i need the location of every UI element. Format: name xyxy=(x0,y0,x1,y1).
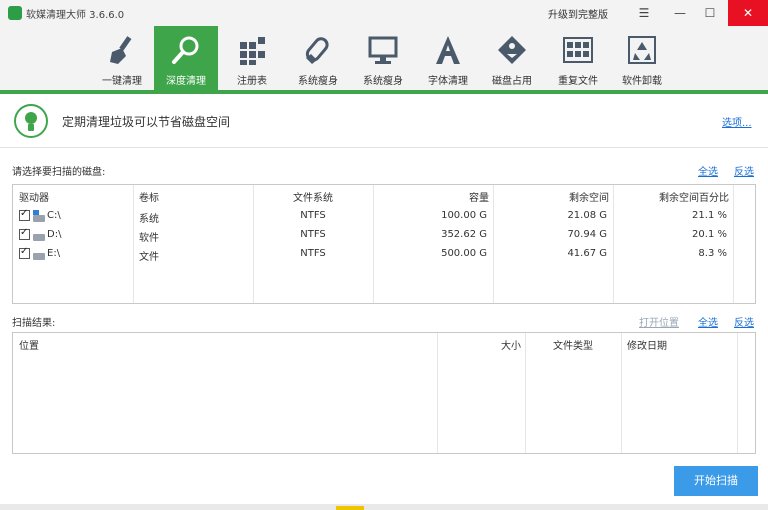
column-header-filesystem[interactable]: 文件系统 xyxy=(253,189,373,204)
start-scan-button[interactable]: 开始扫描 xyxy=(674,466,758,496)
column-header-free[interactable]: 剩余空间 xyxy=(493,189,609,204)
app-title: 软媒清理大师 3.6.6.0 xyxy=(26,10,125,21)
tool-font-clean[interactable]: 字体清理 xyxy=(416,26,480,90)
drive-icon xyxy=(33,253,45,260)
disk-invert-link[interactable]: 反选 xyxy=(734,163,754,178)
open-location-link[interactable]: 打开位置 xyxy=(639,314,679,329)
column-header-location[interactable]: 位置 xyxy=(19,337,39,352)
status-indicator xyxy=(336,506,364,510)
registry-icon xyxy=(240,37,265,65)
column-header-label[interactable]: 卷标 xyxy=(139,189,159,204)
column-header-free-percent[interactable]: 剩余空间百分比 xyxy=(613,189,729,204)
disk-table: 驱动器 卷标 文件系统 容量 剩余空间 剩余空间百分比 C:\ 系统 NTFS … xyxy=(12,184,756,304)
tool-label: 磁盘占用 xyxy=(492,76,532,87)
maximize-button[interactable]: ☐ xyxy=(692,0,728,26)
drive-icon xyxy=(33,210,45,222)
tool-label: 系统瘦身 xyxy=(298,76,338,87)
filesystem: NTFS xyxy=(300,210,326,221)
column-header-modified-date[interactable]: 修改日期 xyxy=(627,337,667,352)
results-section-label: 扫描结果: xyxy=(12,318,56,329)
drive-letter: E:\ xyxy=(47,248,61,259)
app-logo-icon xyxy=(8,6,22,20)
tool-deep-clean[interactable]: 深度清理 xyxy=(154,26,218,90)
tool-duplicate-files[interactable]: 重复文件 xyxy=(546,26,610,90)
broom-icon xyxy=(110,36,132,64)
drive-checkbox[interactable] xyxy=(19,208,30,221)
volume-label: 软件 xyxy=(139,233,159,244)
drive-icon xyxy=(33,234,45,241)
tool-disk-usage[interactable]: 磁盘占用 xyxy=(480,26,544,90)
tool-label: 重复文件 xyxy=(558,76,598,87)
tip-text: 定期清理垃圾可以节省磁盘空间 xyxy=(62,115,231,129)
volume-label: 文件 xyxy=(139,252,159,263)
tool-system-privacy[interactable]: 系统瘦身 xyxy=(286,26,350,90)
drive-checkbox[interactable] xyxy=(19,246,30,259)
filesystem: NTFS xyxy=(300,248,326,259)
main-toolbar: 一键清理 深度清理 注册表 系统瘦身 系统瘦身 字体清理 磁盘占用 重复文件 软… xyxy=(0,26,768,90)
disk-section-label: 请选择要扫描的磁盘: xyxy=(12,167,106,178)
eraser-icon xyxy=(305,37,329,64)
drive-checkbox[interactable] xyxy=(19,227,30,240)
lightbulb-icon xyxy=(14,104,48,138)
capacity: 352.62 G xyxy=(441,229,487,240)
tool-label: 一键清理 xyxy=(102,76,142,87)
tool-software-uninstall[interactable]: 软件卸载 xyxy=(610,26,674,90)
tool-label: 软件卸载 xyxy=(622,76,662,87)
options-link[interactable]: 选项... xyxy=(722,114,752,129)
tool-registry[interactable]: 注册表 xyxy=(220,26,284,90)
tool-label: 深度清理 xyxy=(166,76,206,87)
status-strip xyxy=(0,504,768,510)
free-space: 21.08 G xyxy=(567,210,607,221)
recycle-icon xyxy=(628,36,656,64)
column-header-size[interactable]: 大小 xyxy=(437,337,521,352)
free-space: 41.67 G xyxy=(567,248,607,259)
magnifier-icon xyxy=(172,36,199,64)
tool-one-click-clean[interactable]: 一键清理 xyxy=(90,26,154,90)
disk-tag-icon xyxy=(498,36,526,64)
free-percent: 20.1 % xyxy=(692,229,727,240)
menu-icon[interactable]: ☰ xyxy=(626,0,662,26)
column-header-file-type[interactable]: 文件类型 xyxy=(525,337,621,352)
free-percent: 21.1 % xyxy=(692,210,727,221)
title-bar: 软媒清理大师 3.6.6.0 升级到完整版 ☰ — ☐ ✕ xyxy=(0,0,768,26)
free-percent: 8.3 % xyxy=(698,248,727,259)
column-header-drive[interactable]: 驱动器 xyxy=(19,189,49,204)
upgrade-link[interactable]: 升级到完整版 xyxy=(548,6,608,21)
column-header-capacity[interactable]: 容量 xyxy=(373,189,489,204)
close-button[interactable]: ✕ xyxy=(728,0,768,26)
monitor-icon xyxy=(368,36,398,64)
drive-letter: D:\ xyxy=(47,229,62,240)
tool-system-slim[interactable]: 系统瘦身 xyxy=(351,26,415,90)
tip-banner: 定期清理垃圾可以节省磁盘空间 选项... xyxy=(0,94,768,148)
volume-label: 系统 xyxy=(139,214,159,225)
tool-label: 字体清理 xyxy=(428,76,468,87)
free-space: 70.94 G xyxy=(567,229,607,240)
results-select-all-link[interactable]: 全选 xyxy=(698,314,718,329)
tool-label: 注册表 xyxy=(237,76,267,87)
drive-letter: C:\ xyxy=(47,210,61,221)
font-icon xyxy=(436,36,460,64)
capacity: 500.00 G xyxy=(441,248,487,259)
results-invert-link[interactable]: 反选 xyxy=(734,314,754,329)
disk-select-all-link[interactable]: 全选 xyxy=(698,163,718,178)
duplicate-grid-icon xyxy=(563,37,593,63)
tool-label: 系统瘦身 xyxy=(363,76,403,87)
results-table: 位置 大小 文件类型 修改日期 xyxy=(12,332,756,454)
capacity: 100.00 G xyxy=(441,210,487,221)
filesystem: NTFS xyxy=(300,229,326,240)
